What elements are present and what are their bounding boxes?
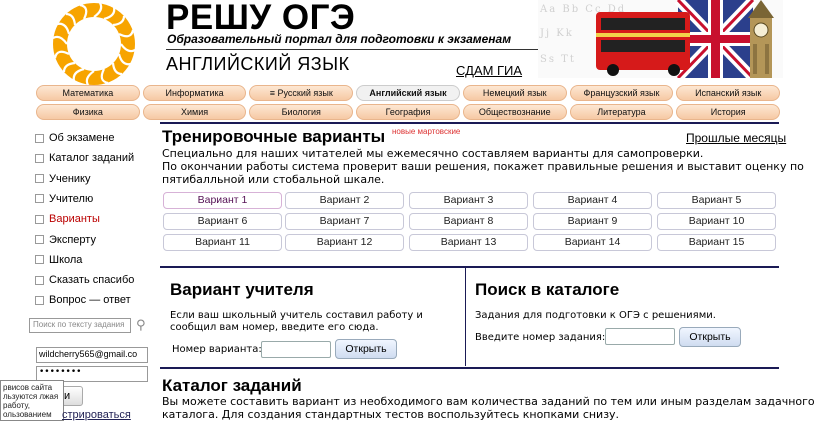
sidebar-item-6[interactable]: Школа xyxy=(35,253,82,267)
register-link[interactable]: стрироваться xyxy=(62,409,131,421)
sidebar-item-2[interactable]: Ученику xyxy=(35,172,91,186)
variant-button-12[interactable]: Вариант 12 xyxy=(285,234,404,251)
variant-button-1[interactable]: Вариант 1 xyxy=(163,192,282,209)
nav_row1-tab-5[interactable]: Французский язык xyxy=(569,85,674,101)
variant-button-9[interactable]: Вариант 9 xyxy=(533,213,652,230)
new-badge: новые мартовские xyxy=(392,127,461,136)
subjects-row-1: Математика Информатика ≡ Русский язык Англи… xyxy=(36,85,781,101)
nav_row1-tab-6[interactable]: Испанский язык xyxy=(676,85,781,101)
sidebar-item-0[interactable]: Об экзамене xyxy=(35,131,115,145)
training-desc-2: По окончании работы система проверит ваш… xyxy=(162,160,804,173)
variant-button-13[interactable]: Вариант 13 xyxy=(409,234,528,251)
nav_row2-tab-0[interactable]: Физика xyxy=(36,104,140,120)
london-banner: Aa Bb Cc Dd Jj Kk Ss Tt xyxy=(538,0,783,78)
nav_row2-tab-6[interactable]: История xyxy=(676,104,781,120)
variant-button-11[interactable]: Вариант 11 xyxy=(163,234,282,251)
catalog-title: Каталог заданий xyxy=(162,376,302,395)
nav_row1-tab-4[interactable]: Немецкий язык xyxy=(462,85,567,101)
section-divider-vertical xyxy=(465,266,466,366)
variant-button-4[interactable]: Вариант 4 xyxy=(533,192,652,209)
nav_row2-tab-2[interactable]: Биология xyxy=(249,104,354,120)
training-desc-1: Специально для наших читателей мы ежемес… xyxy=(162,147,704,160)
task-number-label: Введите номер задания: xyxy=(475,332,606,343)
variant-button-10[interactable]: Вариант 10 xyxy=(657,213,776,230)
sidebar-item-label[interactable]: Ученику xyxy=(49,173,91,185)
sidebar-item-8[interactable]: Вопрос — ответ xyxy=(35,293,131,307)
checkbox-icon xyxy=(35,174,44,184)
sidebar-item-3[interactable]: Учителю xyxy=(35,192,93,206)
search-open-button[interactable]: Открыть xyxy=(679,327,741,347)
catalog-search-desc: Задания для подготовки к ОГЭ с решениями… xyxy=(475,310,716,321)
section-rule-mid xyxy=(160,266,779,268)
checkbox-icon xyxy=(35,255,44,265)
sidebar-item-label[interactable]: Школа xyxy=(49,254,82,266)
sun-logo-icon[interactable] xyxy=(48,0,140,88)
past-months-link[interactable]: Прошлые месяцы xyxy=(686,131,786,145)
sidebar-item-label[interactable]: Сказать спасибо xyxy=(49,274,134,286)
catalog-desc-1: Вы можете составить вариант из необходим… xyxy=(162,395,815,408)
checkbox-icon xyxy=(35,275,44,285)
nav_row1-tab-0[interactable]: Математика xyxy=(36,85,140,101)
variant-button-2[interactable]: Вариант 2 xyxy=(285,192,404,209)
teacher-desc-2: сообщил вам номер, введите его сюда. xyxy=(170,322,379,333)
nav_row1-tab-1[interactable]: Информатика xyxy=(142,85,247,101)
teacher-desc-1: Если ваш школьный учитель составил работ… xyxy=(170,310,423,321)
subjects-row-2: Физика Химия Биология География Обществознан… xyxy=(36,104,781,120)
variant-number-input[interactable] xyxy=(261,341,331,358)
nav_row2-tab-5[interactable]: Литература xyxy=(569,104,674,120)
variant-button-6[interactable]: Вариант 6 xyxy=(163,213,282,230)
variant-button-3[interactable]: Вариант 3 xyxy=(409,192,528,209)
checkbox-icon xyxy=(35,153,44,163)
teacher-open-button[interactable]: Открыть xyxy=(335,339,397,359)
variant-button-7[interactable]: Вариант 7 xyxy=(285,213,404,230)
training-desc-3: пятибалльной или стобальной шкале. xyxy=(162,173,385,186)
header-divider xyxy=(166,49,588,50)
sidebar-item-4[interactable]: Варианты xyxy=(35,212,100,226)
sidebar-item-label[interactable]: Каталог заданий xyxy=(49,152,134,164)
sidebar-item-label[interactable]: Об экзамене xyxy=(49,132,115,144)
catalog-desc-2: каталога. Для создания стандартных тесто… xyxy=(162,408,620,421)
sidebar-item-1[interactable]: Каталог заданий xyxy=(35,151,134,165)
variant-button-15[interactable]: Вариант 15 xyxy=(657,234,776,251)
training-title: Тренировочные варианты xyxy=(162,127,386,146)
teacher-title: Вариант учителя xyxy=(170,280,314,299)
bus-and-bigben-image xyxy=(596,0,774,78)
cookie-popup: рвисов сайта льзуются лжая работу, ользо… xyxy=(0,380,64,421)
section-rule-bottom xyxy=(160,367,779,369)
nav_row2-tab-3[interactable]: География xyxy=(356,104,460,120)
nav_row1-tab-3[interactable]: Английский язык xyxy=(356,85,460,101)
section-rule-top xyxy=(160,122,779,124)
variant-button-8[interactable]: Вариант 8 xyxy=(409,213,528,230)
nav_row2-tab-4[interactable]: Обществознание xyxy=(462,104,567,120)
sidebar-item-label[interactable]: Учителю xyxy=(49,193,93,205)
sidebar-item-label[interactable]: Эксперту xyxy=(49,234,96,246)
checkbox-icon xyxy=(35,194,44,204)
checkbox-icon xyxy=(35,295,44,305)
catalog-search-title: Поиск в каталоге xyxy=(475,280,620,299)
nav_row2-tab-1[interactable]: Химия xyxy=(142,104,247,120)
variant-button-5[interactable]: Вариант 5 xyxy=(657,192,776,209)
search-icon[interactable]: ⚲ xyxy=(136,318,146,333)
site-subtitle: Образовательный портал для подготовки к … xyxy=(167,32,512,46)
task-number-input[interactable] xyxy=(605,328,675,345)
sidebar-item-5[interactable]: Эксперту xyxy=(35,233,96,247)
sidebar-item-label[interactable]: Варианты xyxy=(49,213,100,225)
checkbox-icon xyxy=(35,133,44,143)
sidebar-search-input[interactable]: Поиск по тексту задания xyxy=(29,318,131,333)
nav_row1-tab-2[interactable]: ≡ Русский язык xyxy=(249,85,354,101)
variant-number-label: Номер варианта: xyxy=(172,344,262,355)
gia-link[interactable]: СДАМ ГИА xyxy=(456,63,522,78)
checkbox-icon xyxy=(35,214,44,224)
variant-button-14[interactable]: Вариант 14 xyxy=(533,234,652,251)
email-field[interactable]: wildcherry565@gmail.co xyxy=(36,347,148,363)
checkbox-icon xyxy=(35,235,44,244)
subject-title: АНГЛИЙСКИЙ ЯЗЫК xyxy=(166,54,350,74)
sidebar-item-label[interactable]: Вопрос — ответ xyxy=(49,294,131,306)
sidebar-item-7[interactable]: Сказать спасибо xyxy=(35,273,134,287)
